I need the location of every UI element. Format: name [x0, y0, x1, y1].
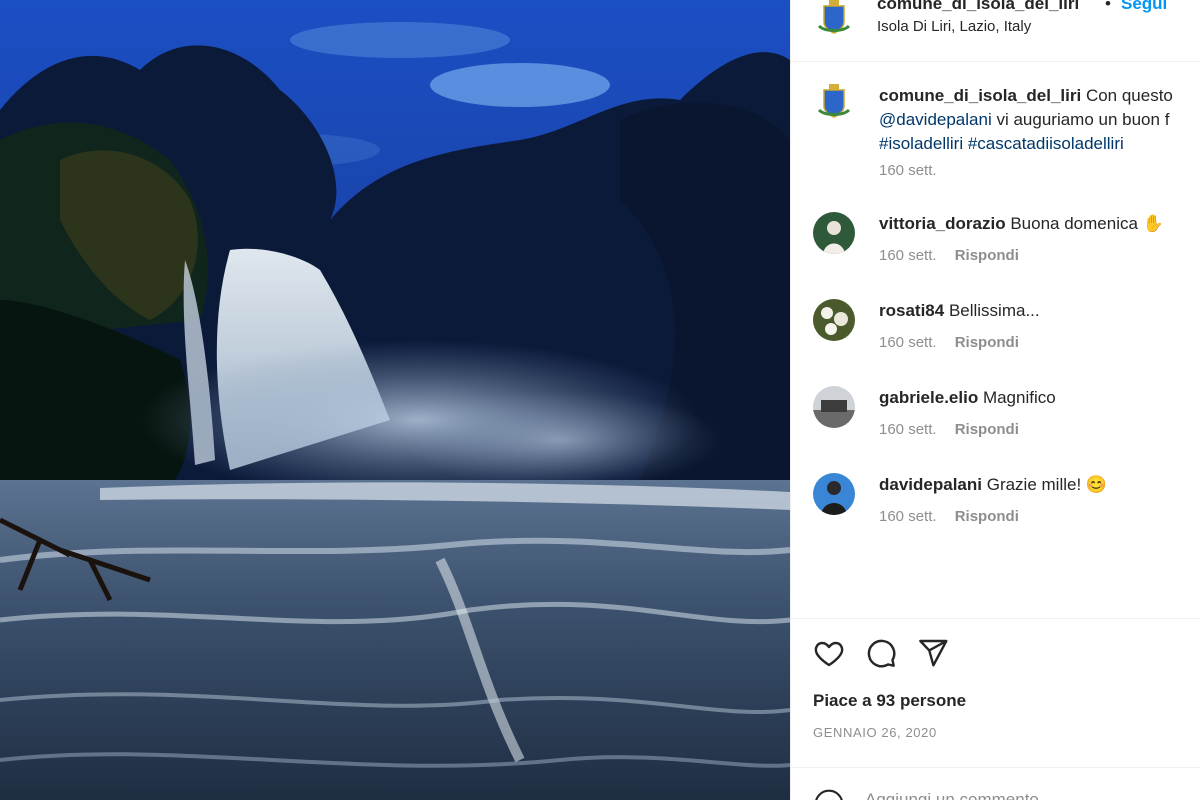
comment-body: Bellissima...: [948, 301, 1040, 320]
comment-text: rosati84 Bellissima...: [879, 301, 1040, 321]
comment-meta: 160 sett. Rispondi: [879, 247, 1019, 264]
comment-body: Grazie mille!: [986, 475, 1082, 494]
caption-mention[interactable]: @davidepalani: [879, 110, 992, 129]
commenter-avatar[interactable]: [813, 386, 855, 428]
post-header: comune_di_isola_del_liri • Segui Isola D…: [791, 0, 1200, 62]
comment-time[interactable]: 160 sett.: [879, 421, 937, 438]
paper-plane-icon[interactable]: [917, 637, 949, 669]
comment-body: Magnifico: [982, 388, 1056, 407]
smiley-icon[interactable]: [813, 788, 845, 800]
comment-text: davidepalani Grazie mille! 😊: [879, 475, 1107, 495]
comment-meta: 160 sett. Rispondi: [879, 421, 1019, 438]
post-side-panel: comune_di_isola_del_liri • Segui Isola D…: [790, 0, 1200, 800]
caption-line1: Con questo: [1085, 86, 1173, 105]
comment-time[interactable]: 160 sett.: [879, 508, 937, 525]
comment-item: vittoria_dorazio Buona domenica ✋ 160 se…: [791, 212, 1200, 282]
smiling-face-icon: 😊: [1085, 475, 1108, 494]
comment-username[interactable]: vittoria_dorazio: [879, 214, 1006, 233]
caption-avatar[interactable]: [813, 80, 855, 122]
post-actions: Piace a 93 persone GENNAIO 26, 2020 Aggi…: [791, 618, 1200, 800]
comment-time[interactable]: 160 sett.: [879, 334, 937, 351]
post-photo[interactable]: [0, 0, 790, 800]
comment-text: gabriele.elio Magnifico: [879, 388, 1056, 408]
follow-button[interactable]: Segui: [1121, 0, 1167, 14]
reply-button[interactable]: Rispondi: [955, 334, 1019, 351]
add-comment-bar: Aggiungi un commento...: [791, 767, 1200, 800]
raised-hand-icon: ✋: [1142, 214, 1164, 233]
waterfall-photo: [0, 0, 790, 800]
comment-meta: 160 sett. Rispondi: [879, 508, 1019, 525]
post-location[interactable]: Isola Di Liri, Lazio, Italy: [877, 18, 1031, 35]
separator-dot: •: [1105, 0, 1111, 13]
heart-icon[interactable]: [813, 637, 845, 669]
caption-username[interactable]: comune_di_isola_del_liri: [879, 86, 1081, 105]
comment-username[interactable]: gabriele.elio: [879, 388, 978, 407]
comment-item: gabriele.elio Magnifico 160 sett. Rispon…: [791, 386, 1200, 456]
hashtag-link[interactable]: #cascatadiisoladelliri: [968, 134, 1124, 153]
add-comment-input[interactable]: Aggiungi un commento...: [865, 790, 1053, 800]
commenter-avatar[interactable]: [813, 473, 855, 515]
profile-avatar[interactable]: [813, 0, 855, 38]
comment-time[interactable]: 160 sett.: [879, 247, 937, 264]
comment-item: davidepalani Grazie mille! 😊 160 sett. R…: [791, 473, 1200, 543]
caption-line2: vi auguriamo un buon f: [996, 110, 1170, 129]
reply-button[interactable]: Rispondi: [955, 247, 1019, 264]
comment-body: Buona domenica: [1010, 214, 1138, 233]
comment-text: vittoria_dorazio Buona domenica ✋: [879, 214, 1164, 234]
post-date: GENNAIO 26, 2020: [813, 725, 937, 740]
post-username[interactable]: comune_di_isola_del_liri: [877, 0, 1079, 14]
comment-username[interactable]: rosati84: [879, 301, 944, 320]
hashtag-link[interactable]: #isoladelliri: [879, 134, 963, 153]
likes-count[interactable]: Piace a 93 persone: [813, 691, 966, 711]
comment-meta: 160 sett. Rispondi: [879, 334, 1019, 351]
reply-button[interactable]: Rispondi: [955, 508, 1019, 525]
caption-text: comune_di_isola_del_liri Con questo @dav…: [879, 84, 1200, 156]
commenter-avatar[interactable]: [813, 299, 855, 341]
comment-item: rosati84 Bellissima... 160 sett. Rispond…: [791, 299, 1200, 369]
comment-username[interactable]: davidepalani: [879, 475, 982, 494]
commenter-avatar[interactable]: [813, 212, 855, 254]
reply-button[interactable]: Rispondi: [955, 421, 1019, 438]
comment-icon[interactable]: [865, 637, 897, 669]
caption-time[interactable]: 160 sett.: [879, 162, 937, 179]
